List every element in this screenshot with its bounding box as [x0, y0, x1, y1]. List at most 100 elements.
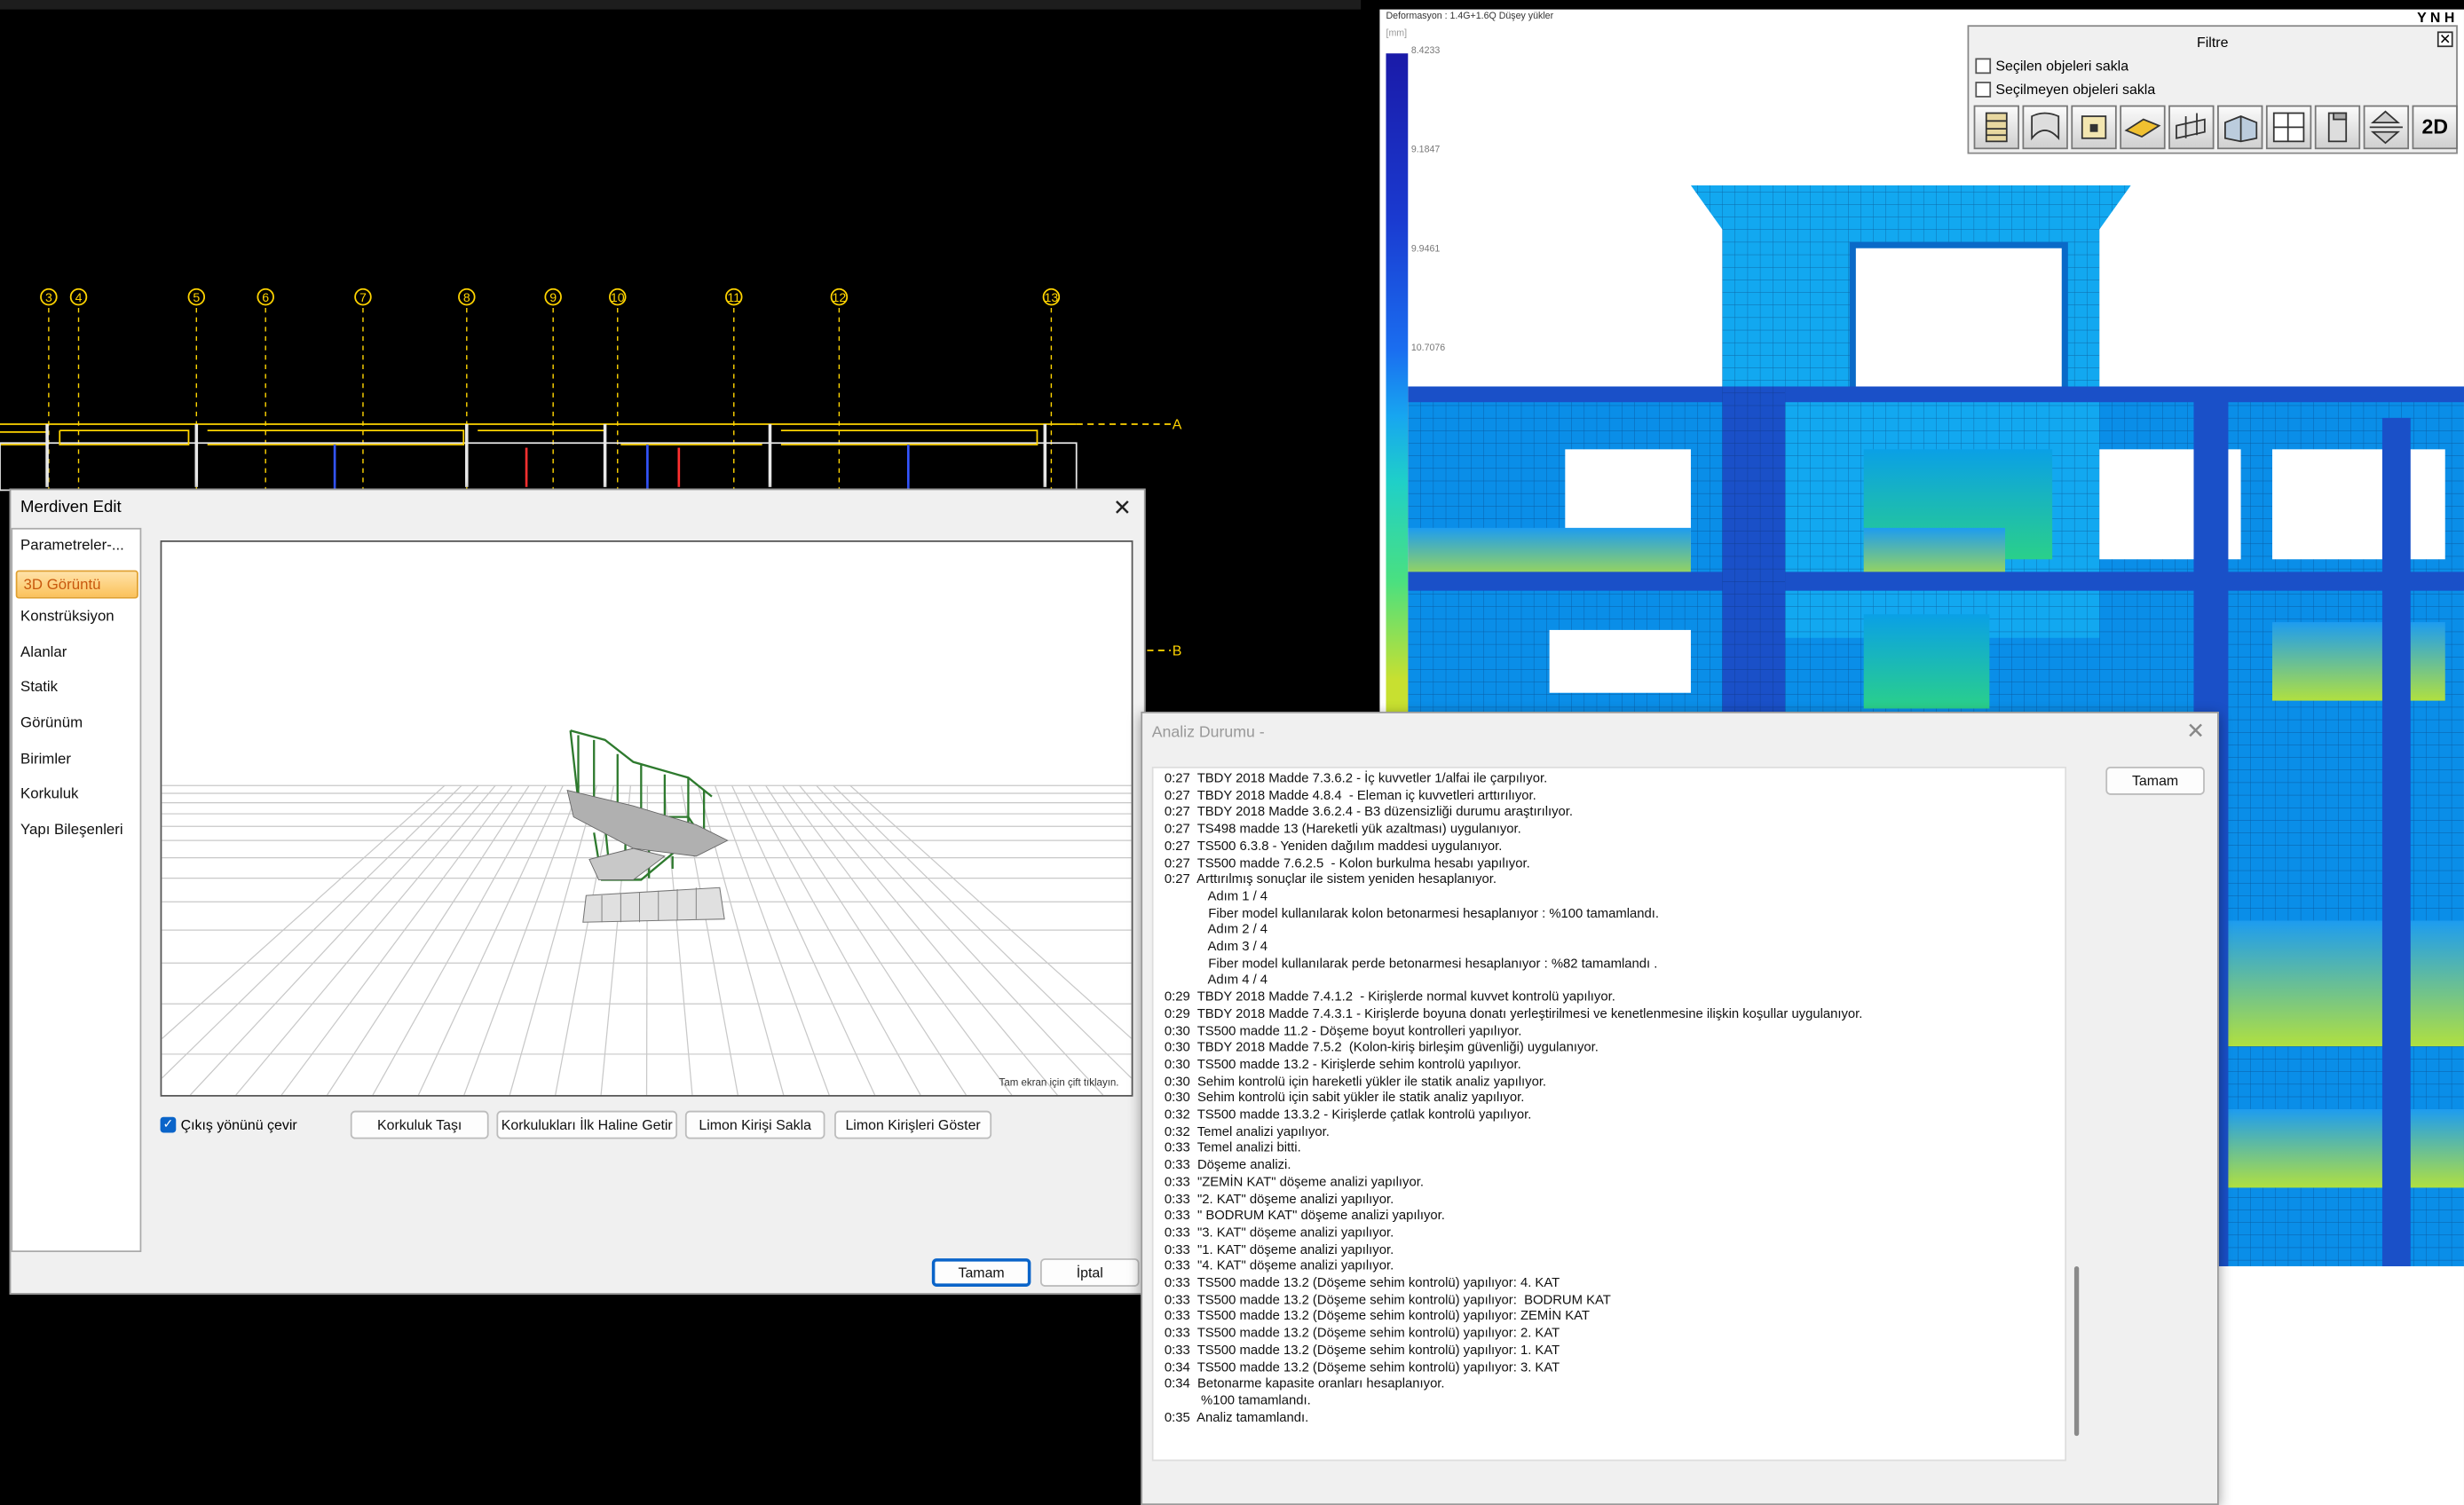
beam-icon[interactable]	[2168, 105, 2215, 150]
axis-label-a: A	[1173, 417, 1182, 432]
log-line: 0:33 Temel analizi bitti.	[1164, 1139, 1301, 1155]
fullscreen-hint: Tam ekran için çift tıklayın.	[999, 1077, 1119, 1089]
grid-2d-icon[interactable]	[2265, 105, 2312, 150]
grid-label: 8	[463, 291, 470, 305]
ok-button[interactable]: Tamam	[931, 1258, 1031, 1287]
log-scrollbar[interactable]	[2073, 1265, 2080, 1437]
checkmark-icon: ✓	[160, 1116, 177, 1133]
exit-direction-checkbox[interactable]: ✓ Çıkış yönünü çevir	[160, 1116, 297, 1133]
log-line: Adım 4 / 4	[1164, 971, 1268, 988]
cancel-button[interactable]: İptal	[1040, 1258, 1140, 1287]
hide-selected-option[interactable]: Seçilen objeleri sakla	[1975, 58, 2128, 75]
log-line: 0:27 TBDY 2018 Madde 7.3.6.2 - İç kuvvet…	[1164, 769, 1548, 786]
log-line: 0:33 "2. KAT" döşeme analizi yapılıyor.	[1164, 1190, 1394, 1206]
log-line: 0:27 Arttırılmış sonuçlar ile sistem yen…	[1164, 871, 1497, 886]
log-line: 0:33 Döşeme analizi.	[1164, 1156, 1291, 1172]
move-railing-button[interactable]: Korkuluk Taşı	[350, 1110, 489, 1139]
log-line: 0:33 "3. KAT" döşeme analizi yapılıyor.	[1164, 1223, 1394, 1240]
hide-selected-checkbox[interactable]	[1975, 58, 1992, 75]
grid-label: 10	[611, 291, 625, 305]
reset-railings-button[interactable]: Korkulukları İlk Haline Getir	[496, 1110, 678, 1139]
log-line: 0:30 Sehim kontrolü için sabit yükler il…	[1164, 1089, 1525, 1106]
log-line: 0:33 TS500 madde 13.2 (Döşeme sehim kont…	[1164, 1341, 1560, 1358]
grid-label: 11	[727, 291, 740, 305]
grid-label: 6	[262, 291, 269, 305]
load-combination-title: Deformasyon : 1.4G+1.6Q Düşey yükler	[1386, 12, 1554, 22]
sidebar-item[interactable]: Birimler	[20, 751, 71, 768]
log-line: 0:33 TS500 madde 13.2 (Döşeme sehim kont…	[1164, 1307, 1590, 1324]
log-line: %100 tamamlandı.	[1164, 1391, 1311, 1408]
log-line: Fiber model kullanılarak perde betonarme…	[1164, 954, 1658, 971]
sidebar-item[interactable]: 3D Görüntü	[15, 569, 138, 598]
wall-icon[interactable]	[2022, 105, 2068, 150]
log-line: 0:33 TS500 madde 13.2 (Döşeme sehim kont…	[1164, 1324, 1560, 1341]
log-line: 0:29 TBDY 2018 Madde 7.4.3.1 - Kirişlerd…	[1164, 1005, 1863, 1021]
log-line: 0:33 "1. KAT" döşeme analizi yapılıyor.	[1164, 1240, 1394, 1257]
dialog-title: Merdiven Edit	[20, 498, 122, 517]
log-line: Adım 3 / 4	[1164, 937, 1268, 954]
log-line: Fiber model kullanılarak kolon betonarme…	[1164, 904, 1659, 920]
2d-icon[interactable]: 2D	[2412, 105, 2458, 150]
show-stringers-button[interactable]: Limon Kirişleri Göster	[834, 1110, 992, 1139]
log-line: 0:33 " BODRUM KAT" döşeme analizi yapılı…	[1164, 1206, 1445, 1223]
log-line: 0:33 "ZEMİN KAT" döşeme analizi yapılıyo…	[1164, 1173, 1424, 1189]
log-line: 0:27 TS500 madde 7.6.2.5 - Kolon burkulm…	[1164, 854, 1530, 870]
log-line: 0:35 Analiz tamamlandı.	[1164, 1408, 1309, 1425]
log-line: 0:33 "4. KAT" döşeme analizi yapılıyor.	[1164, 1257, 1394, 1273]
analysis-log[interactable]: 0:27 TBDY 2018 Madde 7.3.6.2 - İç kuvvet…	[1151, 766, 2067, 1462]
log-line: 0:30 TS500 madde 13.2 - Kirişlerde sehim…	[1164, 1055, 1521, 1072]
grid-label: 13	[1045, 291, 1059, 305]
grid-label: 4	[75, 291, 83, 305]
log-line: 0:34 Betonarme kapasite oranları hesapla…	[1164, 1375, 1445, 1391]
column-icon[interactable]	[2314, 105, 2361, 150]
box-icon[interactable]	[2071, 105, 2117, 150]
sidebar-item[interactable]: Alanlar	[20, 644, 67, 661]
close-icon[interactable]: ✕	[2186, 720, 2205, 742]
hide-unselected-option[interactable]: Seçilmeyen objeleri sakla	[1975, 82, 2155, 98]
grid-3d-icon[interactable]	[2217, 105, 2263, 150]
view-mode-labels[interactable]: Y N H	[2417, 10, 2454, 26]
stair-3d-render	[99, 729, 1195, 1096]
legend-unit: [mm]	[1386, 29, 1408, 40]
log-line: 0:33 TS500 madde 13.2 (Döşeme sehim kont…	[1164, 1273, 1560, 1290]
grid-label: 12	[833, 291, 847, 305]
log-line: 0:27 TS500 6.3.8 - Yeniden dağılım madde…	[1164, 837, 1503, 853]
filter-close-button[interactable]: ✕	[2436, 31, 2453, 48]
filter-title: Filtre	[2197, 34, 2229, 51]
analysis-dialog-title: Analiz Durumu -	[1151, 724, 1265, 742]
grid-label: 5	[193, 291, 200, 305]
sidebar-item[interactable]: Parametreler-...	[20, 537, 124, 554]
sidebar-item[interactable]: Görünüm	[20, 715, 83, 732]
hide-stringer-button[interactable]: Limon Kirişi Sakla	[684, 1110, 825, 1139]
axis-label-b: B	[1173, 643, 1182, 658]
slab-icon[interactable]	[2120, 105, 2166, 150]
sidebar-item[interactable]: Yapı Bileşenleri	[20, 822, 123, 839]
grid-label: 7	[359, 291, 367, 305]
log-line: 0:27 TBDY 2018 Madde 3.6.2.4 - B3 düzens…	[1164, 803, 1574, 820]
grid-label: 3	[45, 291, 52, 305]
stair-3d-viewport[interactable]: Tam ekran için çift tıklayın.	[99, 540, 1195, 1097]
level-icon[interactable]	[2363, 105, 2410, 150]
log-line: 0:30 Sehim kontrolü için hareketli yükle…	[1164, 1072, 1547, 1089]
grid-label: 9	[549, 291, 557, 305]
filter-panel: Filtre ✕ Seçilen objeleri sakla Seçilmey…	[1967, 25, 2458, 154]
sidebar-item[interactable]: Statik	[20, 680, 58, 697]
close-icon[interactable]: ✕	[1113, 496, 1132, 518]
layer-icon[interactable]	[1973, 105, 2019, 150]
analysis-ok-button[interactable]: Tamam	[2105, 766, 2205, 795]
hide-unselected-checkbox[interactable]	[1975, 82, 1992, 98]
log-line: 0:33 TS500 madde 13.2 (Döşeme sehim kont…	[1164, 1290, 1611, 1307]
log-line: Adım 1 / 4	[1164, 887, 1268, 903]
log-line: 0:29 TBDY 2018 Madde 7.4.1.2 - Kirişlerd…	[1164, 988, 1615, 1005]
sidebar-item[interactable]: Konstrüksiyon	[20, 608, 115, 625]
legend-value: 8.4233	[1410, 47, 1441, 57]
log-line: 0:32 Temel analizi yapılıyor.	[1164, 1123, 1330, 1139]
log-line: 0:27 TBDY 2018 Madde 4.8.4 - Eleman iç k…	[1164, 786, 1536, 803]
log-line: 0:32 TS500 madde 13.3.2 - Kirişlerde çat…	[1164, 1106, 1532, 1123]
merdiven-sidebar: Parametreler-... 3D Görüntü Konstrüksiyon A…	[11, 527, 142, 1253]
sidebar-item[interactable]: Korkuluk	[20, 786, 78, 803]
log-line: 0:34 TS500 madde 13.2 (Döşeme sehim kont…	[1164, 1358, 1560, 1375]
log-line: Adım 2 / 4	[1164, 920, 1268, 937]
deformation-legend-bar	[1386, 53, 1409, 713]
exit-direction-label: Çıkış yönünü çevir	[180, 1116, 297, 1133]
